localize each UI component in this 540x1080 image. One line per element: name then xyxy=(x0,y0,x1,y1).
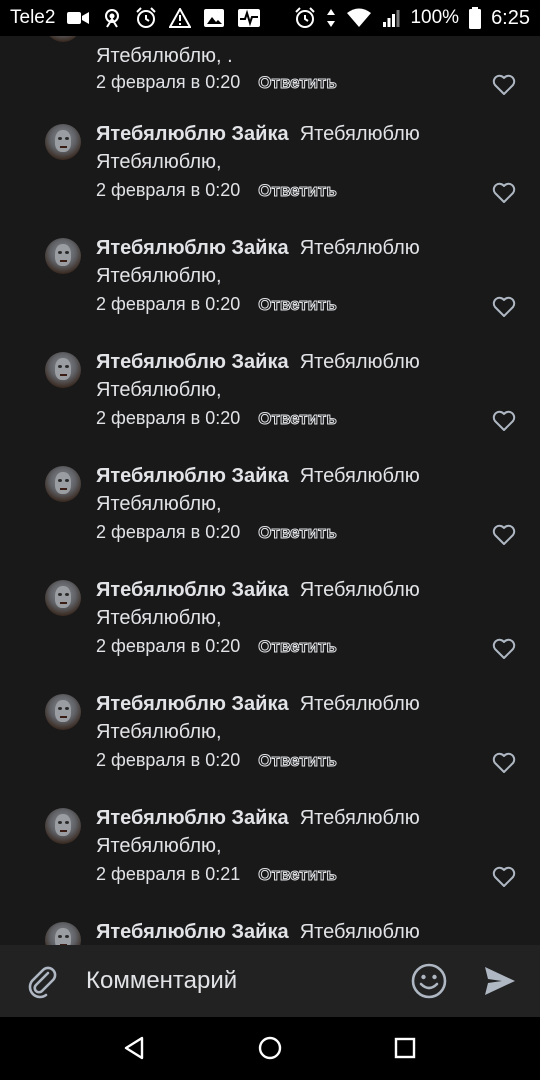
comment-meta: 2 февраля в 0:20 Ответить xyxy=(96,408,337,429)
comment-body: Ятебялюблю Зайка Ятебялюблю Ятебялюблю, xyxy=(96,120,496,176)
avatar[interactable] xyxy=(45,466,81,502)
comment-body: Ятебялюблю Зайка Ятебялюблю Ятебялюблю, xyxy=(96,804,496,860)
hotspot-icon xyxy=(101,7,123,29)
comment-author[interactable]: Ятебялюблю Зайка xyxy=(96,921,289,943)
comment-author[interactable]: Ятебялюблю Зайка xyxy=(96,465,289,487)
system-nav-bar xyxy=(0,1017,540,1080)
carrier-name: Tele2 xyxy=(10,7,56,28)
heart-icon[interactable] xyxy=(492,410,516,432)
comment-text: Ятебялюблю, . xyxy=(96,45,233,67)
alarm-clock-icon xyxy=(135,7,157,29)
comment-item: Ятебялюблю Зайка Ятебялюблю xyxy=(0,921,540,945)
comment-body: Ятебялюблю, . xyxy=(96,42,496,70)
comment-author[interactable]: Ятебялюблю Зайка xyxy=(96,579,289,601)
reply-button[interactable]: Ответить xyxy=(258,864,338,885)
data-transfer-icon xyxy=(326,7,336,29)
recent-apps-icon[interactable] xyxy=(393,1036,417,1060)
back-icon[interactable] xyxy=(122,1035,148,1061)
avatar[interactable] xyxy=(45,808,81,844)
comment-item: Ятебялюблю Зайка Ятебялюблю Ятебялюблю, … xyxy=(0,693,540,808)
activity-icon xyxy=(237,8,261,28)
comment-composer xyxy=(0,945,540,1017)
image-icon xyxy=(203,8,225,28)
comment-date: 2 февраля в 0:20 xyxy=(96,750,241,770)
avatar[interactable] xyxy=(45,580,81,616)
comment-item: Ятебялюблю Зайка Ятебялюблю Ятебялюблю, … xyxy=(0,237,540,352)
reply-button[interactable]: Ответить xyxy=(258,294,338,315)
comment-body: Ятебялюблю Зайка Ятебялюблю Ятебялюблю, xyxy=(96,690,496,746)
comment-body: Ятебялюблю Зайка Ятебялюблю Ятебялюблю, xyxy=(96,576,496,632)
clock: 6:25 xyxy=(491,6,530,29)
comment-meta: 2 февраля в 0:21 Ответить xyxy=(96,864,337,885)
comment-body: Ятебялюблю Зайка Ятебялюблю Ятебялюблю, xyxy=(96,462,496,518)
comment-item: Ятебялюблю, . 2 февраля в 0:20 Ответить xyxy=(0,36,540,120)
comment-input[interactable] xyxy=(86,963,396,999)
heart-icon[interactable] xyxy=(492,524,516,546)
comment-date: 2 февраля в 0:21 xyxy=(96,864,241,884)
avatar[interactable] xyxy=(45,36,81,42)
comment-text: Ятебялюблю xyxy=(299,921,420,943)
reply-button[interactable]: Ответить xyxy=(258,636,338,657)
comment-meta: 2 февраля в 0:20 Ответить xyxy=(96,636,337,657)
comment-body: Ятебялюблю Зайка Ятебялюблю Ятебялюблю, xyxy=(96,234,496,290)
video-camera-icon xyxy=(67,10,90,26)
reply-button[interactable]: Ответить xyxy=(258,72,338,93)
battery-percent: 100% xyxy=(410,7,460,28)
comment-author[interactable]: Ятебялюблю Зайка xyxy=(96,693,289,715)
avatar[interactable] xyxy=(45,124,81,160)
emoji-icon[interactable] xyxy=(410,962,448,1000)
comment-date: 2 февраля в 0:20 xyxy=(96,72,241,92)
heart-icon[interactable] xyxy=(492,296,516,318)
comment-item: Ятебялюблю Зайка Ятебялюблю Ятебялюблю, … xyxy=(0,579,540,694)
heart-icon[interactable] xyxy=(492,182,516,204)
comment-author[interactable]: Ятебялюблю Зайка xyxy=(96,237,289,259)
reply-button[interactable]: Ответить xyxy=(258,180,338,201)
send-icon[interactable] xyxy=(482,963,518,999)
comment-meta: 2 февраля в 0:20 Ответить xyxy=(96,180,337,201)
reply-button[interactable]: Ответить xyxy=(258,408,338,429)
wifi-icon xyxy=(346,8,372,28)
signal-icon xyxy=(382,8,400,28)
avatar[interactable] xyxy=(45,694,81,730)
battery-icon xyxy=(469,7,482,29)
comment-item: Ятебялюблю Зайка Ятебялюблю Ятебялюблю, … xyxy=(0,123,540,238)
heart-icon[interactable] xyxy=(492,74,516,96)
warning-icon xyxy=(169,8,192,28)
paperclip-icon[interactable] xyxy=(24,963,60,999)
comment-date: 2 февраля в 0:20 xyxy=(96,522,241,542)
avatar[interactable] xyxy=(45,238,81,274)
comment-item: Ятебялюблю Зайка Ятебялюблю Ятебялюблю, … xyxy=(0,465,540,580)
comment-item: Ятебялюблю Зайка Ятебялюблю Ятебялюблю, … xyxy=(0,807,540,922)
comment-body: Ятебялюблю Зайка Ятебялюблю Ятебялюблю, xyxy=(96,348,496,404)
comment-date: 2 февраля в 0:20 xyxy=(96,636,241,656)
avatar[interactable] xyxy=(45,922,81,945)
alarm-clock-icon xyxy=(294,7,316,29)
comment-meta: 2 февраля в 0:20 Ответить xyxy=(96,750,337,771)
comment-body: Ятебялюблю Зайка Ятебялюблю xyxy=(96,918,496,945)
heart-icon[interactable] xyxy=(492,638,516,660)
comment-author[interactable]: Ятебялюблю Зайка xyxy=(96,123,289,145)
reply-button[interactable]: Ответить xyxy=(258,750,338,771)
comment-date: 2 февраля в 0:20 xyxy=(96,180,241,200)
heart-icon[interactable] xyxy=(492,866,516,888)
home-icon[interactable] xyxy=(257,1035,283,1061)
comment-date: 2 февраля в 0:20 xyxy=(96,294,241,314)
comment-feed[interactable]: Ятебялюблю, . 2 февраля в 0:20 Ответить … xyxy=(0,36,540,945)
comment-meta: 2 февраля в 0:20 Ответить xyxy=(96,72,337,93)
avatar[interactable] xyxy=(45,352,81,388)
comment-author[interactable]: Ятебялюблю Зайка xyxy=(96,351,289,373)
comment-meta: 2 февраля в 0:20 Ответить xyxy=(96,294,337,315)
status-bar: Tele2 100% 6:25 xyxy=(0,0,540,36)
comment-author[interactable]: Ятебялюблю Зайка xyxy=(96,807,289,829)
comment-meta: 2 февраля в 0:20 Ответить xyxy=(96,522,337,543)
comment-item: Ятебялюблю Зайка Ятебялюблю Ятебялюблю, … xyxy=(0,351,540,466)
reply-button[interactable]: Ответить xyxy=(258,522,338,543)
heart-icon[interactable] xyxy=(492,752,516,774)
comment-date: 2 февраля в 0:20 xyxy=(96,408,241,428)
